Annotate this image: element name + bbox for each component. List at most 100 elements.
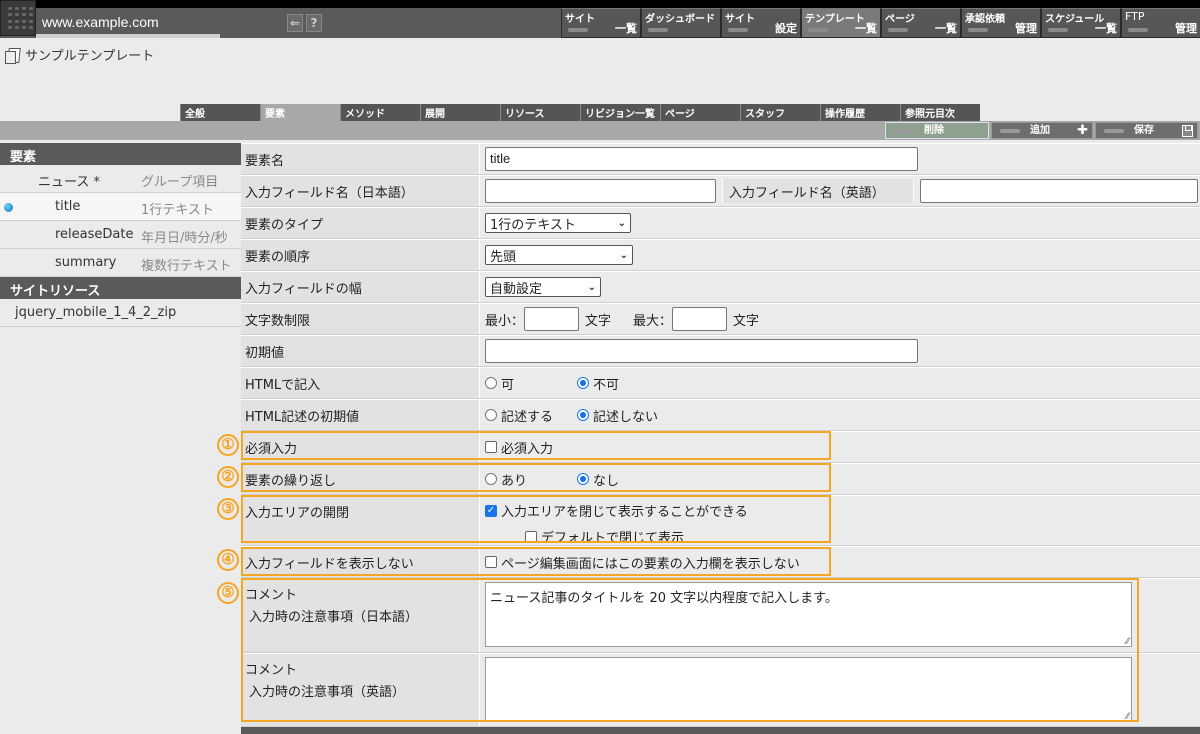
nav-site-list[interactable]: サイト 一覧 xyxy=(561,8,641,38)
required-checkbox[interactable]: 必須入力 xyxy=(485,438,553,457)
nav-sublabel: 一覧 xyxy=(1095,22,1117,35)
save-button[interactable]: 保存 xyxy=(1095,122,1198,139)
default-value-input[interactable] xyxy=(485,339,918,363)
nav-sublabel: 管理 xyxy=(1015,22,1037,35)
radio-button[interactable] xyxy=(485,377,497,389)
tab-references[interactable]: 参照元目次 xyxy=(900,104,980,121)
max-length-input[interactable] xyxy=(672,307,728,331)
nav-schedule[interactable]: スケジュール 一覧 xyxy=(1041,8,1121,38)
html-input-option-no[interactable]: 不可 xyxy=(577,374,619,393)
app-menu-icon[interactable] xyxy=(0,0,36,36)
field-name-ja-input[interactable] xyxy=(485,179,716,203)
nav-indicator xyxy=(568,28,588,32)
tab-methods[interactable]: メソッド xyxy=(340,104,420,121)
min-label: 最小： xyxy=(485,313,525,329)
repeat-option-yes[interactable]: あり xyxy=(485,470,571,489)
element-type: 1行テキスト xyxy=(141,203,214,218)
option-label: なし xyxy=(593,473,620,489)
row-html-input: HTMLで記入 可 不可 xyxy=(241,367,1200,399)
nav-label: 承認依頼 xyxy=(965,14,1005,25)
comment-en-textarea[interactable] xyxy=(485,657,1132,722)
element-list-item[interactable]: releaseDate 年月日/時分/秒 xyxy=(0,221,241,249)
element-list-item[interactable]: title 1行テキスト xyxy=(0,193,241,221)
tab-staff[interactable]: スタッフ xyxy=(740,104,820,121)
nav-site-settings[interactable]: サイト 設定 xyxy=(721,8,801,38)
row-collapse: 入力エリアの開閉 ✓ 入力エリアを閉じて表示することができる デフォルトで閉じて表… xyxy=(241,495,1200,546)
repeat-option-no[interactable]: なし xyxy=(577,470,619,489)
field-name-en-input[interactable] xyxy=(920,179,1198,203)
checkbox[interactable] xyxy=(485,441,497,453)
row-element-type: 要素のタイプ 1行のテキスト ⌄ xyxy=(241,207,1200,239)
html-default-option-nowrite[interactable]: 記述しない xyxy=(577,406,658,425)
html-default-option-write[interactable]: 記述する xyxy=(485,406,571,425)
tab-elements[interactable]: 要素 xyxy=(260,104,340,121)
help-icon[interactable]: ? xyxy=(306,14,322,32)
checkbox[interactable] xyxy=(485,556,497,568)
delete-button[interactable]: 削除 xyxy=(885,122,989,139)
page-title: サンプルテンプレート xyxy=(5,45,154,64)
tab-revisions[interactable]: リビジョン一覧 xyxy=(580,104,660,121)
add-button[interactable]: 追加 ✚ xyxy=(991,122,1093,139)
hide-field-checkbox[interactable]: ページ編集画面にはこの要素の入力欄を表示しない xyxy=(485,553,800,572)
tab-deploy[interactable]: 展開 xyxy=(420,104,500,121)
option-label: 必須入力 xyxy=(501,441,554,457)
nav-dashboard[interactable]: ダッシュボード xyxy=(641,8,721,38)
floppy-disk-icon xyxy=(1182,125,1193,137)
element-list-item[interactable]: summary 複数行テキスト xyxy=(0,249,241,277)
can-collapse-checkbox[interactable]: ✓ 入力エリアを閉じて表示することができる xyxy=(485,501,748,520)
page-title-text: サンプルテンプレート xyxy=(25,49,155,64)
nav-label: サイト xyxy=(725,14,755,25)
resource-list-item[interactable]: jquery_mobile_1_4_2_zip xyxy=(0,299,241,327)
site-url[interactable]: www.example.com xyxy=(42,14,159,30)
field-label: 要素の繰り返し xyxy=(241,464,480,494)
tab-pages[interactable]: ページ xyxy=(660,104,740,121)
option-label: 入力エリアを閉じて表示することができる xyxy=(501,505,748,520)
row-comment-en: コメント 入力時の注意事項（英語） xyxy=(241,653,1200,727)
annotation-5: ⑤ xyxy=(217,582,239,604)
element-order-select[interactable]: 先頭 ⌄ xyxy=(485,245,633,265)
field-width-select[interactable]: 自動設定 ⌄ xyxy=(485,277,601,297)
tab-general[interactable]: 全般 xyxy=(180,104,260,121)
nav-page-list[interactable]: ページ 一覧 xyxy=(881,8,961,38)
nav-template-list[interactable]: テンプレート 一覧 xyxy=(801,8,881,38)
nav-label: ページ xyxy=(885,14,915,25)
element-type: 年月日/時分/秒 xyxy=(141,231,228,246)
logout-icon[interactable]: ⇐ xyxy=(287,14,303,32)
element-name-input[interactable]: title xyxy=(485,147,918,171)
sidebar-elements-header: 要素 xyxy=(0,143,241,165)
top-bar-strip xyxy=(36,0,1200,8)
radio-button[interactable] xyxy=(485,473,497,485)
radio-button[interactable] xyxy=(577,409,589,421)
selected-value: 先頭 xyxy=(490,249,517,265)
comment-ja-textarea[interactable]: ニュース記事のタイトルを 20 文字以内程度で記入します。 xyxy=(485,582,1132,647)
checkbox-checked[interactable]: ✓ xyxy=(485,504,497,517)
nav-ftp[interactable]: FTP 管理 xyxy=(1121,8,1200,38)
tab-history[interactable]: 操作履歴 xyxy=(820,104,900,121)
row-char-limit: 文字数制限 最小： 文字 最大： 文字 xyxy=(241,303,1200,335)
element-type: グループ項目 xyxy=(141,175,219,190)
nav-approval[interactable]: 承認依頼 管理 xyxy=(961,8,1041,38)
field-label: 入力フィールドを表示しない xyxy=(241,547,480,577)
row-html-default: HTML記述の初期値 記述する 記述しない xyxy=(241,399,1200,431)
radio-button[interactable] xyxy=(577,473,589,485)
checkbox[interactable] xyxy=(525,530,537,543)
option-label: 記述する xyxy=(501,409,554,425)
option-label: デフォルトで閉じて表示 xyxy=(541,531,685,546)
default-closed-checkbox[interactable]: デフォルトで閉じて表示 xyxy=(525,527,684,546)
row-element-name: 要素名 title xyxy=(241,143,1200,175)
element-type-select[interactable]: 1行のテキスト ⌄ xyxy=(485,213,631,233)
field-label: 入力フィールド名（英語） xyxy=(722,179,914,203)
tabs: 全般 要素 メソッド 展開 リソース リビジョン一覧 ページ スタッフ 操作履歴… xyxy=(180,104,980,121)
field-label: 入力フィールドの幅 xyxy=(241,272,480,302)
element-name: summary xyxy=(55,255,117,270)
nav-sublabel: 管理 xyxy=(1175,22,1197,35)
radio-button[interactable] xyxy=(485,409,497,421)
footer-bar xyxy=(241,727,1200,734)
option-label: 不可 xyxy=(593,377,620,393)
tab-resources[interactable]: リソース xyxy=(500,104,580,121)
radio-button[interactable] xyxy=(577,377,589,389)
selected-indicator-icon xyxy=(4,203,13,212)
element-list-item[interactable]: ニュース * グループ項目 xyxy=(0,165,241,193)
min-length-input[interactable] xyxy=(524,307,580,331)
html-input-option-yes[interactable]: 可 xyxy=(485,374,571,393)
